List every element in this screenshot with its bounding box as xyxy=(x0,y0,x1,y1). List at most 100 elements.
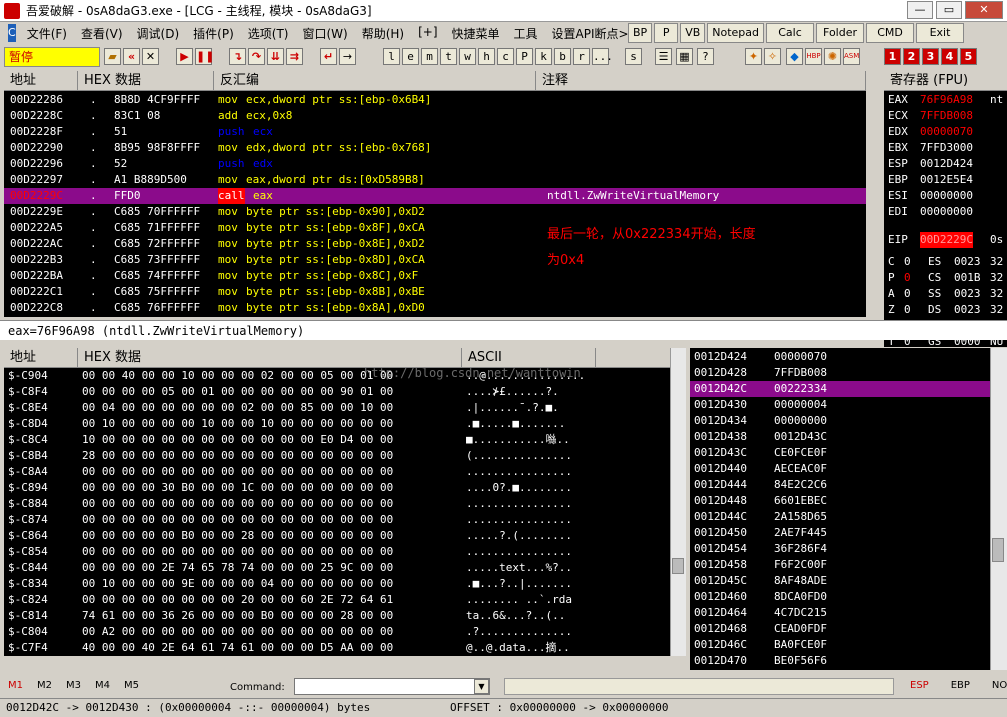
stack-follow-tab[interactable]: ESP xyxy=(910,680,929,691)
dump-row[interactable]: $-C8E4 00 04 00 00 00 00 00 00 02 00 00 8… xyxy=(4,400,670,416)
menu-item[interactable]: 插件(P) xyxy=(186,25,241,42)
register-row[interactable]: ECX 7FFDB008 xyxy=(884,108,1007,124)
window-letter-button[interactable]: ... xyxy=(592,48,613,65)
memory-tab[interactable]: M5 xyxy=(124,680,139,691)
stack-row[interactable]: 0012D460 8DCA0FD0 xyxy=(690,589,990,605)
disasm-row[interactable]: 00D22297. A1 B889D500 mov eax,dword ptr ds:… xyxy=(4,172,866,188)
window-letter-button[interactable]: l xyxy=(383,48,400,65)
col-hex[interactable]: HEX 数据 xyxy=(78,71,214,90)
plugin-d-icon[interactable]: ✺ xyxy=(824,48,841,65)
stack-row[interactable]: 0012D428 7FFDB008 xyxy=(690,365,990,381)
stack-follow-tab[interactable]: NONE xyxy=(992,680,1007,691)
plugin-b-icon[interactable]: ✧ xyxy=(764,48,781,65)
stack-row[interactable]: 0012D44C 2A158D65 xyxy=(690,509,990,525)
number-button[interactable]: 2 xyxy=(903,48,920,65)
flag-row[interactable]: A 0 SS 0023 32 xyxy=(884,286,1007,302)
stack-scrollbar[interactable] xyxy=(990,348,1007,670)
dump-row[interactable]: $-C844 00 00 00 00 2E 74 65 78 74 00 00 0… xyxy=(4,560,670,576)
register-pane[interactable]: EAX 76F96A98 nt ECX 7FFDB008 EDX 00000070 EBX 7F… xyxy=(884,91,1007,347)
register-value[interactable]: 00000000 xyxy=(920,204,973,220)
dump-row[interactable]: $-C804 00 A2 00 00 00 00 00 00 00 00 00 0… xyxy=(4,624,670,640)
col-address[interactable]: 地址 xyxy=(4,71,78,90)
stack-row[interactable]: 0012D45C 8AF48ADE xyxy=(690,573,990,589)
dump-col-address[interactable]: 地址 xyxy=(4,348,78,367)
stack-follow-tab[interactable]: EBP xyxy=(951,680,970,691)
window-letter-button[interactable]: w xyxy=(459,48,476,65)
register-row[interactable]: EDI 00000000 xyxy=(884,204,1007,220)
memory-tab[interactable]: M3 xyxy=(66,680,81,691)
window-letter-button[interactable]: t xyxy=(440,48,457,65)
window-letter-button[interactable]: b xyxy=(554,48,571,65)
window-letter-button[interactable]: r xyxy=(573,48,590,65)
dump-row[interactable]: $-C8A4 00 00 00 00 00 00 00 00 00 00 00 0… xyxy=(4,464,670,480)
stack-row[interactable]: 0012D444 84E2C2C6 xyxy=(690,477,990,493)
menu-item[interactable]: [+] xyxy=(411,25,444,42)
plugin-button[interactable]: Calc xyxy=(766,23,815,43)
hbp-icon[interactable]: HBP xyxy=(805,48,822,65)
stack-row[interactable]: 0012D46C BA0FCE0F xyxy=(690,637,990,653)
window-letter-button[interactable]: e xyxy=(402,48,419,65)
dump-row[interactable]: $-C8F4 00 00 00 00 05 00 01 00 00 00 00 0… xyxy=(4,384,670,400)
register-row[interactable]: EAX 76F96A98 nt xyxy=(884,92,1007,108)
dump-row[interactable]: $-C7F4 40 00 00 40 2E 64 61 74 61 00 00 0… xyxy=(4,640,670,656)
memory-tab[interactable]: M1 xyxy=(8,680,23,691)
menu-item[interactable]: 文件(F) xyxy=(20,25,74,42)
register-value[interactable]: 7FFDB008 xyxy=(920,108,973,124)
number-button[interactable]: 1 xyxy=(884,48,901,65)
number-button[interactable]: 4 xyxy=(941,48,958,65)
register-row[interactable]: EBX 7FFD3000 xyxy=(884,140,1007,156)
number-button[interactable]: 3 xyxy=(922,48,939,65)
disasm-row[interactable]: 00D22296. 52 push edx xyxy=(4,156,866,172)
dump-row[interactable]: $-C8B4 28 00 00 00 00 00 00 00 00 00 00 0… xyxy=(4,448,670,464)
register-row[interactable]: EBP 0012E5E4 xyxy=(884,172,1007,188)
stack-row[interactable]: 0012D424 00000070 xyxy=(690,349,990,365)
dump-row[interactable]: $-C894 00 00 00 00 30 B0 00 00 1C 00 00 0… xyxy=(4,480,670,496)
asm-icon[interactable]: ASM xyxy=(843,48,860,65)
stack-row[interactable]: 0012D464 4C7DC215 xyxy=(690,605,990,621)
menu-item[interactable]: 选项(T) xyxy=(241,25,296,42)
dump-pane[interactable]: $-C904 00 00 40 00 00 10 00 00 00 02 00 0… xyxy=(4,368,670,656)
trace-into-icon[interactable]: ⇊ xyxy=(267,48,284,65)
disasm-pane[interactable]: 00D22286. 8B8D 4CF9FFFF mov ecx,dword ptr s… xyxy=(4,91,866,317)
memory-tab[interactable]: M2 xyxy=(37,680,52,691)
register-value[interactable]: 76F96A98 xyxy=(920,92,973,108)
dump-row[interactable]: $-C854 00 00 00 00 00 00 00 00 00 00 00 0… xyxy=(4,544,670,560)
menu-item[interactable]: 窗口(W) xyxy=(295,25,354,42)
disasm-row[interactable]: 00D222B3. C685 73FFFFFF mov byte ptr ss:[eb… xyxy=(4,252,866,268)
dump-row[interactable]: $-C824 00 00 00 00 00 00 00 00 20 00 00 6… xyxy=(4,592,670,608)
trace-over-icon[interactable]: ⇉ xyxy=(286,48,303,65)
minimize-button[interactable]: — xyxy=(907,1,933,19)
plugin-c-icon[interactable]: ◆ xyxy=(786,48,803,65)
number-button[interactable]: 5 xyxy=(960,48,977,65)
disasm-row[interactable]: 00D2229C. FFD0 call eax ntdll.ZwWriteVirtual… xyxy=(4,188,866,204)
dump-row[interactable]: $-C874 00 00 00 00 00 00 00 00 00 00 00 0… xyxy=(4,512,670,528)
dump-row[interactable]: $-C814 74 61 00 00 36 26 00 00 00 B0 00 0… xyxy=(4,608,670,624)
cpu-window-icon[interactable]: C xyxy=(8,24,16,42)
register-row[interactable]: ESI 00000000 xyxy=(884,188,1007,204)
plugin-button[interactable]: Folder xyxy=(816,23,865,43)
eip-row[interactable]: EIP 00D2229C 0s xyxy=(884,232,1007,248)
stack-row[interactable]: 0012D430 00000004 xyxy=(690,397,990,413)
step-over-icon[interactable]: ↷ xyxy=(248,48,265,65)
register-row[interactable]: ESP 0012D424 xyxy=(884,156,1007,172)
run-icon[interactable]: ▶ xyxy=(176,48,193,65)
restore-button[interactable]: ▭ xyxy=(936,1,962,19)
plugin-button[interactable]: Exit xyxy=(916,23,965,43)
menu-item[interactable]: 帮助(H) xyxy=(355,25,411,42)
pause-icon[interactable]: ❚❚ xyxy=(195,48,214,65)
plugin-button[interactable]: VB xyxy=(680,23,706,43)
register-value[interactable]: 00000070 xyxy=(920,124,973,140)
grid-view-icon[interactable]: ▦ xyxy=(676,48,693,65)
stack-row[interactable]: 0012D448 6601EBEC xyxy=(690,493,990,509)
dump-row[interactable]: $-C834 00 10 00 00 00 9E 00 00 00 04 00 0… xyxy=(4,576,670,592)
disasm-row[interactable]: 00D222C1. C685 75FFFFFF mov byte ptr ss:[eb… xyxy=(4,284,866,300)
register-value[interactable]: 00000000 xyxy=(920,188,973,204)
col-comment[interactable]: 注释 xyxy=(536,71,866,90)
dump-row[interactable]: $-C864 00 00 00 00 00 B0 00 00 28 00 00 0… xyxy=(4,528,670,544)
list-view-icon[interactable]: ☰ xyxy=(655,48,672,65)
menu-item[interactable]: 查看(V) xyxy=(74,25,130,42)
disasm-row[interactable]: 00D22290. 8B95 98F8FFFF mov edx,dword ptr s… xyxy=(4,140,866,156)
execute-till-return-icon[interactable]: ↵ xyxy=(320,48,337,65)
plugin-button[interactable]: P xyxy=(654,23,679,43)
stack-row[interactable]: 0012D438 0012D43C xyxy=(690,429,990,445)
